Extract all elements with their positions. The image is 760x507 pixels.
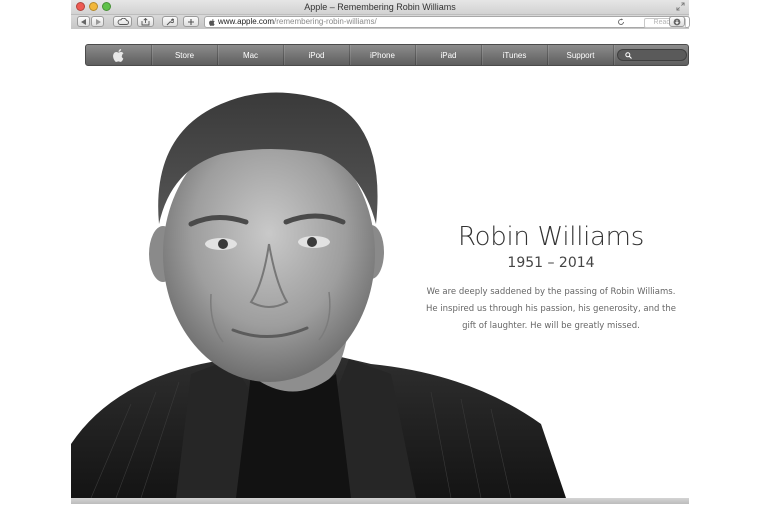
- nav-item-ipad[interactable]: iPad: [416, 45, 482, 65]
- browser-toolbar: www.apple.com/remembering-robin-williams…: [71, 15, 690, 29]
- memorial-message-line: gift of laughter. He will be greatly mis…: [462, 321, 640, 331]
- memorial-text: Robin Williams 1951 – 2014 We are deeply…: [411, 219, 689, 335]
- share-button[interactable]: [137, 16, 154, 27]
- window-titlebar: Apple – Remembering Robin Williams: [71, 0, 689, 15]
- apple-global-nav: Store Mac iPod iPhone iPad iTunes Suppor…: [85, 44, 689, 66]
- icloud-tabs-button[interactable]: [113, 16, 132, 27]
- url-domain: www.apple.com: [218, 17, 275, 26]
- memorial-years: 1951 – 2014: [507, 255, 595, 271]
- preferences-button[interactable]: [162, 16, 178, 27]
- reload-icon[interactable]: [617, 18, 625, 26]
- nav-search-field[interactable]: [617, 49, 687, 61]
- memorial-message-line: We are deeply saddened by the passing of…: [426, 287, 676, 297]
- wrench-icon: [166, 17, 174, 25]
- forward-button[interactable]: [91, 16, 104, 27]
- nav-item-itunes[interactable]: iTunes: [482, 45, 548, 65]
- downloads-button[interactable]: [669, 16, 685, 27]
- new-tab-button[interactable]: [183, 16, 199, 27]
- memorial-name: Robin Williams: [458, 222, 644, 252]
- nav-item-ipod[interactable]: iPod: [284, 45, 350, 65]
- fullscreen-icon[interactable]: [676, 2, 685, 11]
- nav-apple-logo[interactable]: [86, 45, 152, 65]
- nav-item-store[interactable]: Store: [152, 45, 218, 65]
- download-icon: [673, 18, 681, 25]
- back-arrow-icon: [80, 18, 86, 25]
- cloud-icon: [117, 18, 129, 25]
- url-text: www.apple.com/remembering-robin-williams…: [218, 17, 377, 27]
- plus-icon: [188, 18, 194, 25]
- nav-item-support[interactable]: Support: [548, 45, 614, 65]
- apple-logo-icon: [113, 48, 124, 62]
- url-path: /remembering-robin-williams/: [274, 17, 377, 26]
- window-bottom-bar: [71, 498, 689, 504]
- memorial-message-line: He inspired us through his passion, his …: [425, 304, 677, 314]
- nav-item-mac[interactable]: Mac: [218, 45, 284, 65]
- share-icon: [141, 17, 150, 25]
- memorial-hero: Robin Williams 1951 – 2014 We are deeply…: [71, 74, 689, 498]
- nav-item-iphone[interactable]: iPhone: [350, 45, 416, 65]
- address-bar[interactable]: www.apple.com/remembering-robin-williams…: [204, 16, 690, 28]
- apple-favicon-icon: [209, 19, 215, 26]
- search-icon: [625, 52, 632, 59]
- memorial-message: We are deeply saddened by the passing of…: [411, 284, 689, 335]
- window-title: Apple – Remembering Robin Williams: [304, 2, 456, 12]
- back-button[interactable]: [77, 16, 90, 27]
- forward-arrow-icon: [95, 18, 101, 25]
